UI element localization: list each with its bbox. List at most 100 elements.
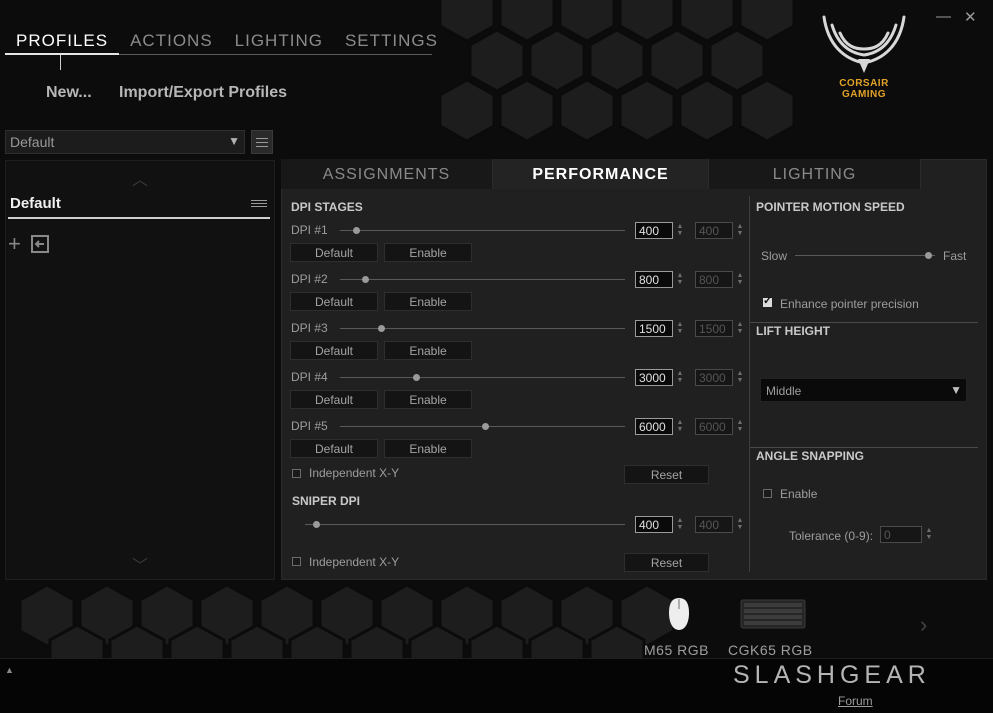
sniper-dpi-slider[interactable] xyxy=(305,524,625,525)
import-icon[interactable] xyxy=(31,235,49,253)
dpi-stage-y-input: 3000 xyxy=(695,369,733,386)
pointer-speed-fast-label: Fast xyxy=(943,249,967,263)
dpi-stage-default-button[interactable]: Default xyxy=(290,243,378,262)
dpi-stage-slider[interactable] xyxy=(340,377,625,378)
dpi-stage-input[interactable]: 3000 xyxy=(635,369,673,386)
pointer-speed-heading: POINTER MOTION SPEED xyxy=(756,200,905,214)
dpi-stage-label: DPI #1 xyxy=(291,223,328,237)
keyboard-icon[interactable] xyxy=(740,599,806,629)
dpi-stage-enable-button[interactable]: Enable xyxy=(384,243,472,262)
dpi-stage-slider-handle[interactable] xyxy=(362,276,369,283)
dpi-stage-enable-button[interactable]: Enable xyxy=(384,439,472,458)
angle-snapping-checkbox[interactable] xyxy=(763,489,772,498)
enhance-precision-label: Enhance pointer precision xyxy=(780,297,919,311)
dpi-stage-y-input: 6000 xyxy=(695,418,733,435)
section-divider xyxy=(750,447,978,448)
close-button[interactable]: ✕ xyxy=(964,8,977,26)
dpi-stage-input[interactable]: 400 xyxy=(635,222,673,239)
dpi-stage-default-button[interactable]: Default xyxy=(290,390,378,409)
dpi-stage-y-input: 400 xyxy=(695,222,733,239)
sniper-dpi-input[interactable]: 400 xyxy=(635,516,673,533)
profile-list-panel xyxy=(5,160,275,580)
dpi-stage-input[interactable]: 800 xyxy=(635,271,673,288)
profile-item-underline xyxy=(8,217,270,219)
dpi-stage-y-input: 800 xyxy=(695,271,733,288)
dpi-stage-label: DPI #4 xyxy=(291,370,328,384)
dpi-stage-slider[interactable] xyxy=(340,279,625,280)
tolerance-label: Tolerance (0-9): xyxy=(789,529,874,543)
pointer-speed-slider[interactable] xyxy=(795,255,935,256)
dpi-stage-spinner[interactable]: ▲ ▼ xyxy=(676,419,684,433)
dpi-stage-spinner[interactable]: ▲ ▼ xyxy=(676,321,684,335)
dpi-stage-default-button[interactable]: Default xyxy=(290,439,378,458)
device-label-m65: M65 RGB xyxy=(644,642,709,658)
devices-next-chevron-icon[interactable]: › xyxy=(920,612,927,638)
dpi-stage-slider-handle[interactable] xyxy=(353,227,360,234)
plus-icon[interactable]: + xyxy=(8,233,21,255)
dpi-stage-default-button[interactable]: Default xyxy=(290,292,378,311)
sniper-reset-button[interactable]: Reset xyxy=(624,553,709,572)
dpi-stage-enable-button[interactable]: Enable xyxy=(384,390,472,409)
nav-tab-settings[interactable]: SETTINGS xyxy=(334,28,449,53)
dpi-stage-slider-handle[interactable] xyxy=(378,325,385,332)
nav-tab-lighting[interactable]: LIGHTING xyxy=(224,28,334,53)
sniper-dpi-y-spinner: ▲ ▼ xyxy=(736,517,744,531)
tab-performance[interactable]: PERFORMANCE xyxy=(493,159,709,189)
dpi-stage-label: DPI #5 xyxy=(291,419,328,433)
dpi-stage-enable-button[interactable]: Enable xyxy=(384,292,472,311)
dpi-stage-input[interactable]: 6000 xyxy=(635,418,673,435)
dpi-stage-default-button[interactable]: Default xyxy=(290,341,378,360)
content-tabs: ASSIGNMENTS PERFORMANCE LIGHTING xyxy=(281,159,921,189)
profile-list-item[interactable]: Default xyxy=(10,195,61,212)
nav-tab-profiles[interactable]: PROFILES xyxy=(5,28,120,55)
dpi-stage-label: DPI #3 xyxy=(291,321,328,335)
dpi-stage-spinner[interactable]: ▲ ▼ xyxy=(676,272,684,286)
slashgear-watermark: SLASHGEAR xyxy=(733,661,931,689)
dpi-stage-slider-handle[interactable] xyxy=(482,423,489,430)
import-export-profiles-button[interactable]: Import/Export Profiles xyxy=(119,84,287,102)
nav-indicator xyxy=(60,55,61,70)
dpi-reset-button[interactable]: Reset xyxy=(624,465,709,484)
new-profile-button[interactable]: New... xyxy=(46,84,92,102)
dropdown-arrow-icon: ▼ xyxy=(228,134,240,148)
dpi-stage-spinner[interactable]: ▲ ▼ xyxy=(676,223,684,237)
pointer-speed-slow-label: Slow xyxy=(761,249,788,263)
dpi-stage-spinner[interactable]: ▲ ▼ xyxy=(676,370,684,384)
tolerance-input[interactable]: 0 xyxy=(880,526,922,543)
column-divider xyxy=(749,196,750,572)
dpi-stage-y-spinner: ▲ ▼ xyxy=(736,223,744,237)
mouse-icon[interactable] xyxy=(667,597,691,631)
nav-tab-actions[interactable]: ACTIONS xyxy=(119,28,224,53)
angle-snapping-heading: ANGLE SNAPPING xyxy=(756,449,865,463)
dpi-stage-y-spinner: ▲ ▼ xyxy=(736,419,744,433)
sniper-dpi-slider-handle[interactable] xyxy=(313,521,320,528)
sniper-independent-xy-label: Independent X-Y xyxy=(309,555,400,569)
dpi-stage-y-spinner: ▲ ▼ xyxy=(736,370,744,384)
sniper-independent-xy-checkbox[interactable] xyxy=(292,557,301,566)
profile-select[interactable]: Default ▼ xyxy=(5,130,245,154)
dpi-stage-input[interactable]: 1500 xyxy=(635,320,673,337)
section-divider xyxy=(750,322,978,323)
sniper-dpi-spinner[interactable]: ▲ ▼ xyxy=(676,517,684,531)
scroll-down-chevron-icon[interactable]: ﹀ xyxy=(132,552,148,576)
lift-height-select[interactable]: Middle ▼ xyxy=(760,378,967,402)
dpi-independent-xy-checkbox[interactable] xyxy=(292,469,301,478)
minimize-button[interactable]: — xyxy=(936,8,951,25)
pointer-speed-slider-handle[interactable] xyxy=(925,252,932,259)
dropdown-arrow-icon: ▼ xyxy=(950,383,962,397)
expand-up-icon[interactable]: ▲ xyxy=(5,665,14,675)
tab-assignments[interactable]: ASSIGNMENTS xyxy=(281,159,493,189)
tab-lighting[interactable]: LIGHTING xyxy=(709,159,921,189)
dpi-stages-heading: DPI STAGES xyxy=(291,200,363,214)
tolerance-spinner[interactable]: ▲ ▼ xyxy=(925,527,933,541)
forum-link[interactable]: Forum xyxy=(838,694,873,708)
scroll-up-chevron-icon[interactable]: ︿ xyxy=(132,166,148,190)
profile-select-value: Default xyxy=(10,134,55,150)
profile-item-menu-icon[interactable] xyxy=(251,198,267,210)
dpi-stage-slider-handle[interactable] xyxy=(413,374,420,381)
performance-panel xyxy=(281,159,987,580)
dpi-stage-slider[interactable] xyxy=(340,230,625,231)
lift-height-value: Middle xyxy=(766,384,802,398)
profile-menu-button[interactable] xyxy=(251,130,273,154)
dpi-stage-enable-button[interactable]: Enable xyxy=(384,341,472,360)
